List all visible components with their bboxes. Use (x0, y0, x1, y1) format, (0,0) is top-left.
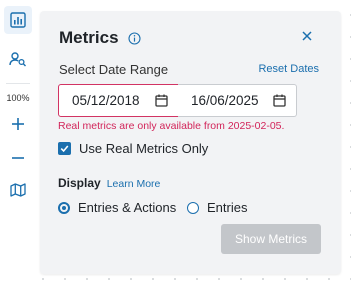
end-date-value: 16/06/2025 (191, 93, 259, 108)
panel-title-text: Metrics (59, 28, 119, 47)
start-date-field[interactable]: 05/12/2018 (58, 84, 179, 117)
checkmark-icon[interactable] (58, 142, 71, 155)
real-metrics-label: Use Real Metrics Only (79, 141, 209, 156)
bar-chart-icon (10, 12, 26, 28)
minus-icon (11, 151, 25, 165)
calendar-icon[interactable] (155, 94, 168, 107)
close-button[interactable] (299, 29, 315, 45)
zoom-in-button[interactable] (4, 110, 32, 138)
close-icon (302, 28, 312, 46)
map-icon (10, 183, 26, 197)
reset-dates-link[interactable]: Reset Dates (258, 63, 319, 75)
display-label: Display (58, 176, 101, 190)
show-metrics-button[interactable]: Show Metrics (221, 224, 321, 254)
zoom-out-button[interactable] (4, 144, 32, 172)
zoom-level: 100% (6, 93, 30, 103)
date-range-label: Select Date Range (59, 62, 169, 77)
start-date-value: 05/12/2018 (72, 93, 140, 108)
radio-unselected-icon[interactable] (187, 201, 199, 214)
radio-entries-actions[interactable]: Entries & Actions (58, 200, 176, 215)
plus-icon (11, 117, 25, 131)
radio-selected-icon[interactable] (58, 201, 70, 214)
user-search-tool-button[interactable] (4, 45, 32, 73)
radio-entries-label: Entries (207, 200, 248, 215)
metrics-tool-button[interactable] (4, 6, 32, 34)
metrics-panel: Metrics Select Date Range Reset Dates 05… (40, 11, 341, 274)
panel-title: Metrics (59, 28, 141, 48)
date-error-message: Real metrics are only available from 202… (58, 120, 285, 132)
user-search-icon (9, 51, 27, 67)
calendar-icon[interactable] (273, 94, 286, 107)
radio-entries-actions-label: Entries & Actions (78, 200, 177, 215)
radio-entries[interactable]: Entries (187, 200, 247, 215)
info-icon[interactable] (127, 31, 141, 45)
real-metrics-checkbox[interactable]: Use Real Metrics Only (58, 141, 208, 156)
map-toolbar: 100% (0, 0, 36, 287)
display-heading: Display Learn More (58, 176, 160, 190)
toolbar-divider (6, 83, 30, 84)
end-date-field[interactable]: 16/06/2025 (178, 84, 297, 117)
learn-more-link[interactable]: Learn More (107, 178, 161, 190)
map-view-button[interactable] (4, 176, 32, 204)
